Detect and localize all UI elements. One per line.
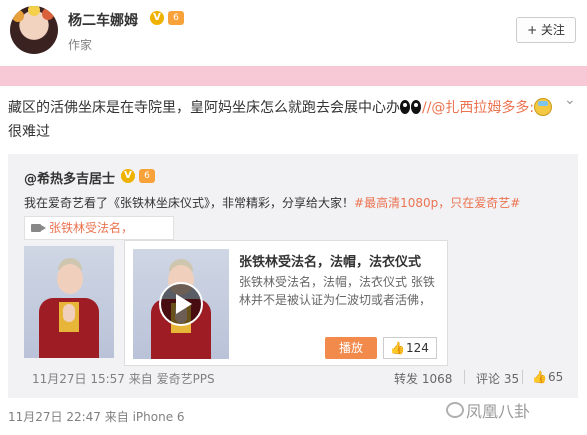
level-badge-icon: 6 [139, 169, 155, 183]
video-camera-icon [31, 224, 46, 232]
like-count: 124 [406, 341, 429, 355]
video-card[interactable]: 张铁林受法名，法帽，法衣仪式 张铁林受法名，法帽，法衣仪式 张铁林并不是被认证为… [124, 240, 448, 366]
username[interactable]: 杨二车娜姆 [68, 10, 138, 30]
video-card-description: 张铁林受法名，法帽，法衣仪式 张铁林并不是被认证为仁波切或者活佛， [239, 275, 435, 307]
video-card-thumbnail[interactable] [133, 249, 229, 359]
mention-link[interactable]: //@扎西拉姆多多: [422, 100, 534, 116]
thumb-up-icon: 👍 [390, 341, 405, 355]
post-body-tail: 很难过 [8, 124, 50, 140]
verified-badge-icon: V [121, 169, 135, 183]
like-count[interactable]: 65 [548, 370, 563, 384]
video-tag-label: 张铁林受法名， [49, 221, 134, 235]
flower-decoration [12, 10, 24, 22]
avatar[interactable] [10, 6, 58, 54]
repost-text: 我在爱奇艺看了《张铁林坐床仪式》，非常精彩，分享给大家！#最高清1080p，只在… [24, 194, 564, 212]
watermark: 凤凰八卦 [466, 402, 531, 421]
video-card-title[interactable]: 张铁林受法名，法帽，法衣仪式 [239, 251, 421, 270]
post-text: 藏区的活佛坐床是在寺院里，皇阿妈坐床怎么就跑去会展中心办 //@扎西拉姆多多: 很… [8, 96, 568, 144]
flower-decoration [28, 6, 40, 16]
verified-badge-icon: V [150, 11, 164, 25]
chevron-down-icon[interactable]: ⌄ [564, 92, 576, 108]
repost-body: 我在爱奇艺看了《张铁林坐床仪式》，非常精彩，分享给大家！ [24, 196, 355, 210]
post-header: 杨二车娜姆 V 6 作家 + 关注 [0, 0, 587, 66]
play-button[interactable]: 播放 [325, 337, 377, 359]
follow-button[interactable]: + 关注 [516, 17, 576, 43]
level-badge-icon: 6 [168, 11, 184, 25]
wechat-icon [446, 402, 464, 418]
repost-card: @希热多吉居士 V 6 我在爱奇艺看了《张铁林坐床仪式》，非常精彩，分享给大家！… [8, 154, 578, 398]
divider [464, 370, 465, 384]
repost-meta: 11月27日 15:57 来自 爱奇艺PPS [32, 372, 215, 386]
comment-count-link[interactable]: 评论 35 [476, 370, 519, 387]
video-thumbnail[interactable] [24, 246, 114, 358]
repost-count-link[interactable]: 转发 1068 [394, 370, 452, 387]
thumb-up-icon[interactable]: 👍 [532, 370, 547, 384]
person-figure [24, 246, 114, 358]
repost-author[interactable]: @希热多吉居士 [24, 168, 115, 187]
divider [522, 370, 523, 384]
post-meta: 11月27日 22:47 来自 iPhone 6 [8, 410, 185, 424]
play-icon[interactable] [159, 282, 203, 326]
flower-decoration [42, 8, 54, 20]
post-body: 藏区的活佛坐床是在寺院里，皇阿妈坐床怎么就跑去会展中心办 [8, 100, 400, 116]
video-tag[interactable]: 张铁林受法名， [24, 216, 174, 240]
hashtag-link[interactable]: #最高清1080p，只在爱奇艺# [354, 196, 520, 210]
sweat-face-emoji-icon [534, 98, 553, 116]
eyes-emoji-icon [400, 98, 422, 116]
banner-strip [0, 66, 587, 86]
like-button[interactable]: 👍 124 [383, 337, 437, 359]
user-title: 作家 [68, 38, 93, 52]
